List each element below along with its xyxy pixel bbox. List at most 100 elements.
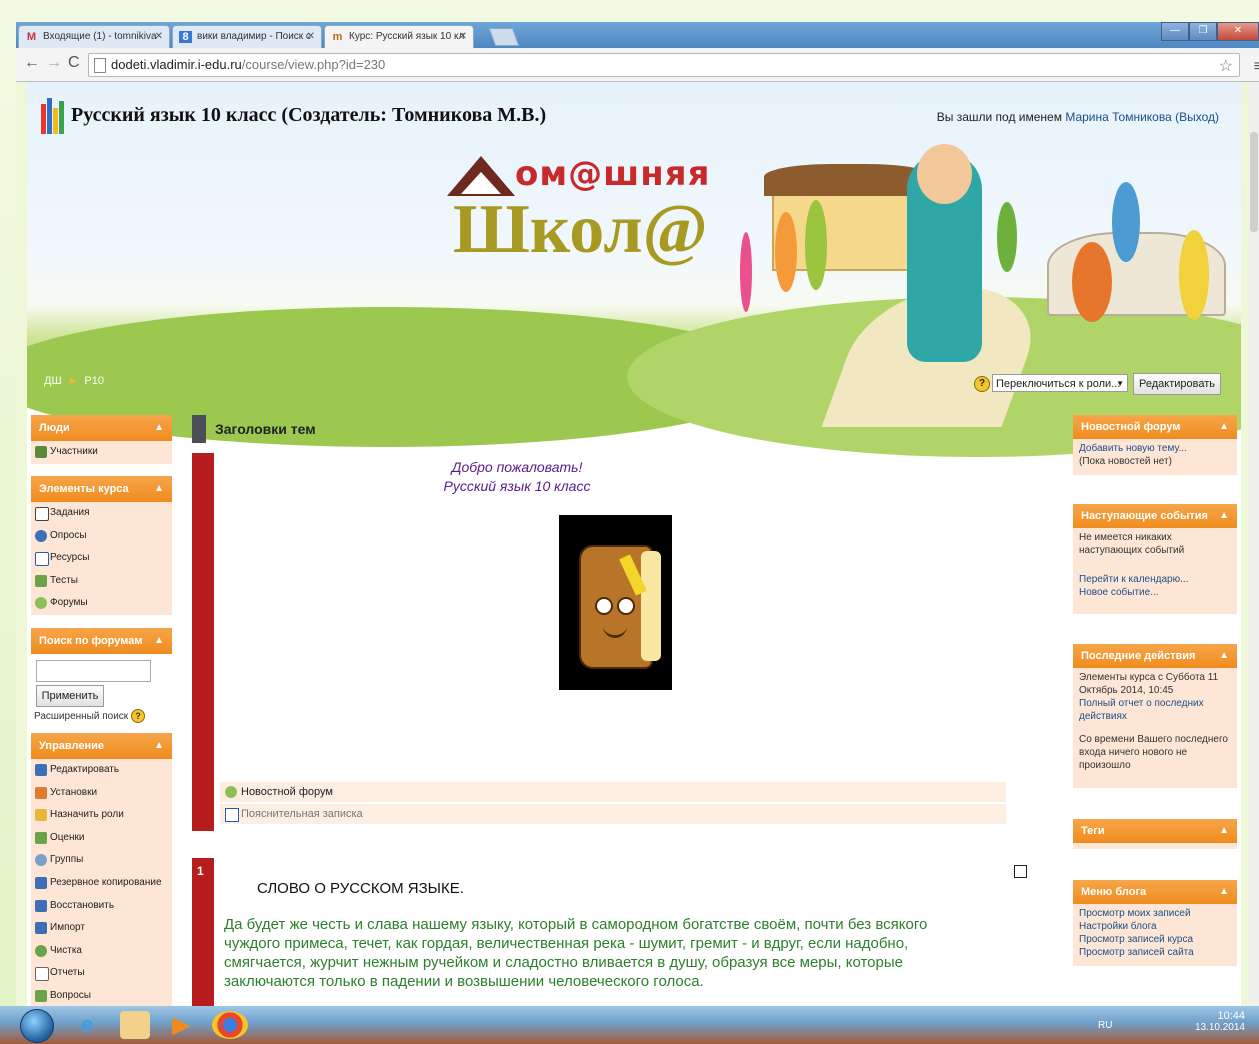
login-info: Вы зашли под именем Марина Томникова (Вы…: [937, 110, 1219, 124]
advanced-search-link[interactable]: Расширенный поиск ?: [34, 709, 145, 723]
go-to-calendar-link[interactable]: Перейти к календарю...: [1079, 574, 1188, 585]
section-0-sidebar: [192, 453, 214, 831]
new-event-link[interactable]: Новое событие...: [1079, 587, 1159, 598]
admin-questions-link[interactable]: Вопросы: [31, 985, 172, 1006]
breadcrumb-home-link[interactable]: ДШ: [44, 375, 62, 387]
welcome-line1: Добро пожаловать!: [451, 459, 583, 475]
scrollbar-thumb[interactable]: [1250, 132, 1258, 232]
media-player-icon[interactable]: ▶: [166, 1011, 196, 1039]
internet-explorer-icon[interactable]: e: [72, 1011, 102, 1039]
forum-search-input[interactable]: [36, 660, 151, 682]
blog-my-entries-link[interactable]: Просмотр моих записей: [1079, 908, 1191, 919]
block-header: Новостной форум ▲: [1073, 415, 1237, 439]
forward-arrow-icon[interactable]: →: [46, 54, 62, 72]
admin-reports-link[interactable]: Отчеты: [31, 962, 172, 985]
forums-link[interactable]: Форумы: [31, 592, 172, 615]
user-profile-link[interactable]: Марина Томникова: [1065, 110, 1171, 124]
moodle-icon: m: [332, 31, 343, 43]
maximize-icon[interactable]: ❐: [1189, 22, 1217, 41]
admin-reset-link[interactable]: Чистка: [31, 940, 172, 963]
choices-link[interactable]: Опросы: [31, 525, 172, 548]
collapse-icon[interactable]: ▲: [1219, 504, 1229, 528]
people-block: Люди ▲ Участники: [31, 415, 172, 464]
page-title: Русский язык 10 класс (Создатель: Томник…: [71, 104, 547, 126]
collapse-icon[interactable]: ▲: [154, 628, 164, 654]
admin-edit-link[interactable]: Редактировать: [31, 759, 172, 782]
admin-groups-link[interactable]: Группы: [31, 849, 172, 872]
block-header: Элементы курса ▲: [31, 476, 172, 502]
reset-icon: [35, 944, 47, 957]
admin-settings-link[interactable]: Установки: [31, 782, 172, 805]
resources-link[interactable]: Ресурсы: [31, 547, 172, 570]
bookmark-star-icon[interactable]: ☆: [1219, 56, 1233, 78]
help-icon[interactable]: ?: [130, 709, 145, 723]
collapse-icon[interactable]: ▲: [154, 733, 164, 759]
admin-restore-link[interactable]: Восстановить: [31, 895, 172, 918]
questions-icon: [35, 989, 47, 1002]
block-header: Теги ▲: [1073, 819, 1237, 843]
collapse-icon[interactable]: ▲: [1219, 415, 1229, 439]
browser-menu-icon[interactable]: ≡: [1254, 56, 1259, 78]
child-illustration: [805, 200, 827, 290]
switch-role-select[interactable]: Переключиться к роли... ▼: [992, 374, 1128, 392]
logout-link[interactable]: (Выход): [1175, 110, 1219, 124]
settings-icon: [35, 786, 47, 799]
header-banner: Русский язык 10 класс (Создатель: Томник…: [27, 82, 1241, 457]
system-clock[interactable]: 10:44 13.10.2014: [1195, 1010, 1245, 1033]
new-tab-button[interactable]: [488, 28, 520, 46]
admin-backup-link[interactable]: Резервное копирование: [31, 872, 172, 895]
blog-course-entries-link[interactable]: Просмотр записей курса: [1079, 934, 1193, 945]
resource-icon: [35, 552, 49, 567]
close-icon[interactable]: ✕: [307, 26, 315, 48]
apply-search-button[interactable]: Применить: [36, 685, 104, 707]
explanatory-note-link[interactable]: Пояснительная записка: [220, 804, 1006, 824]
reload-icon[interactable]: C: [68, 54, 80, 72]
full-report-link[interactable]: Полный отчет о последних действиях: [1079, 698, 1204, 722]
blog-settings-link[interactable]: Настройки блога: [1079, 921, 1157, 932]
collapse-icon[interactable]: ▲: [1219, 644, 1229, 668]
tab-label: Входящие (1) - tomnikiva: [43, 31, 157, 42]
collapse-icon[interactable]: ▲: [1219, 880, 1229, 904]
language-indicator[interactable]: RU: [1098, 1020, 1112, 1031]
collapse-icon[interactable]: ▲: [154, 415, 164, 441]
help-icon[interactable]: ?: [974, 376, 990, 392]
browser-tab-course[interactable]: m Курс: Русский язык 10 кл ✕: [324, 25, 474, 48]
close-icon[interactable]: ✕: [155, 26, 163, 48]
admin-assign-roles-link[interactable]: Назначить роли: [31, 804, 172, 827]
block-header: Поиск по форумам ▲: [31, 628, 172, 654]
section-highlight-checkbox[interactable]: [1014, 865, 1027, 878]
back-arrow-icon[interactable]: ←: [24, 54, 40, 72]
browser-tab-gmail[interactable]: M Входящие (1) - tomnikiva ✕: [18, 25, 170, 48]
participants-link[interactable]: Участники: [31, 441, 172, 464]
browser-tab-search[interactable]: 8 вики владимир - Поиск с ✕: [172, 25, 322, 48]
block-header: Люди ▲: [31, 415, 172, 441]
close-icon[interactable]: ✕: [459, 26, 467, 48]
edit-icon: [35, 764, 47, 776]
child-illustration: [775, 212, 797, 292]
edit-mode-button[interactable]: Редактировать: [1133, 373, 1221, 395]
start-button-icon[interactable]: [20, 1009, 54, 1043]
minimize-icon[interactable]: —: [1161, 22, 1189, 41]
chrome-icon[interactable]: [212, 1011, 248, 1039]
page-scrollbar[interactable]: [1249, 82, 1259, 1006]
breadcrumb-course: Р10: [84, 375, 104, 387]
block-header: Управление ▲: [31, 733, 172, 759]
windows-taskbar: e ▶ RU 10:44 13.10.2014: [0, 1006, 1259, 1044]
add-topic-link[interactable]: Добавить новую тему...: [1079, 443, 1187, 454]
collapse-icon[interactable]: ▲: [154, 476, 164, 502]
close-window-icon[interactable]: ✕: [1217, 22, 1259, 41]
admin-import-link[interactable]: Импорт: [31, 917, 172, 940]
news-forum-block: Новостной форум ▲ Добавить новую тему...(…: [1073, 415, 1237, 475]
login-prefix: Вы зашли под именем: [936, 110, 1062, 124]
assignments-link[interactable]: Задания: [31, 502, 172, 525]
blog-site-entries-link[interactable]: Просмотр записей сайта: [1079, 947, 1194, 958]
collapse-icon[interactable]: ▲: [1219, 819, 1229, 843]
news-forum-link[interactable]: Новостной форум: [220, 782, 1006, 802]
quizzes-link[interactable]: Тесты: [31, 570, 172, 593]
grades-icon: [35, 831, 47, 844]
address-bar[interactable]: dodeti.vladimir.i-edu.ru/course/view.php…: [88, 53, 1259, 78]
topics-heading: Заголовки тем: [215, 421, 316, 437]
breadcrumb: ДШ ► Р10: [44, 375, 104, 387]
file-explorer-icon[interactable]: [120, 1011, 150, 1039]
admin-grades-link[interactable]: Оценки: [31, 827, 172, 850]
